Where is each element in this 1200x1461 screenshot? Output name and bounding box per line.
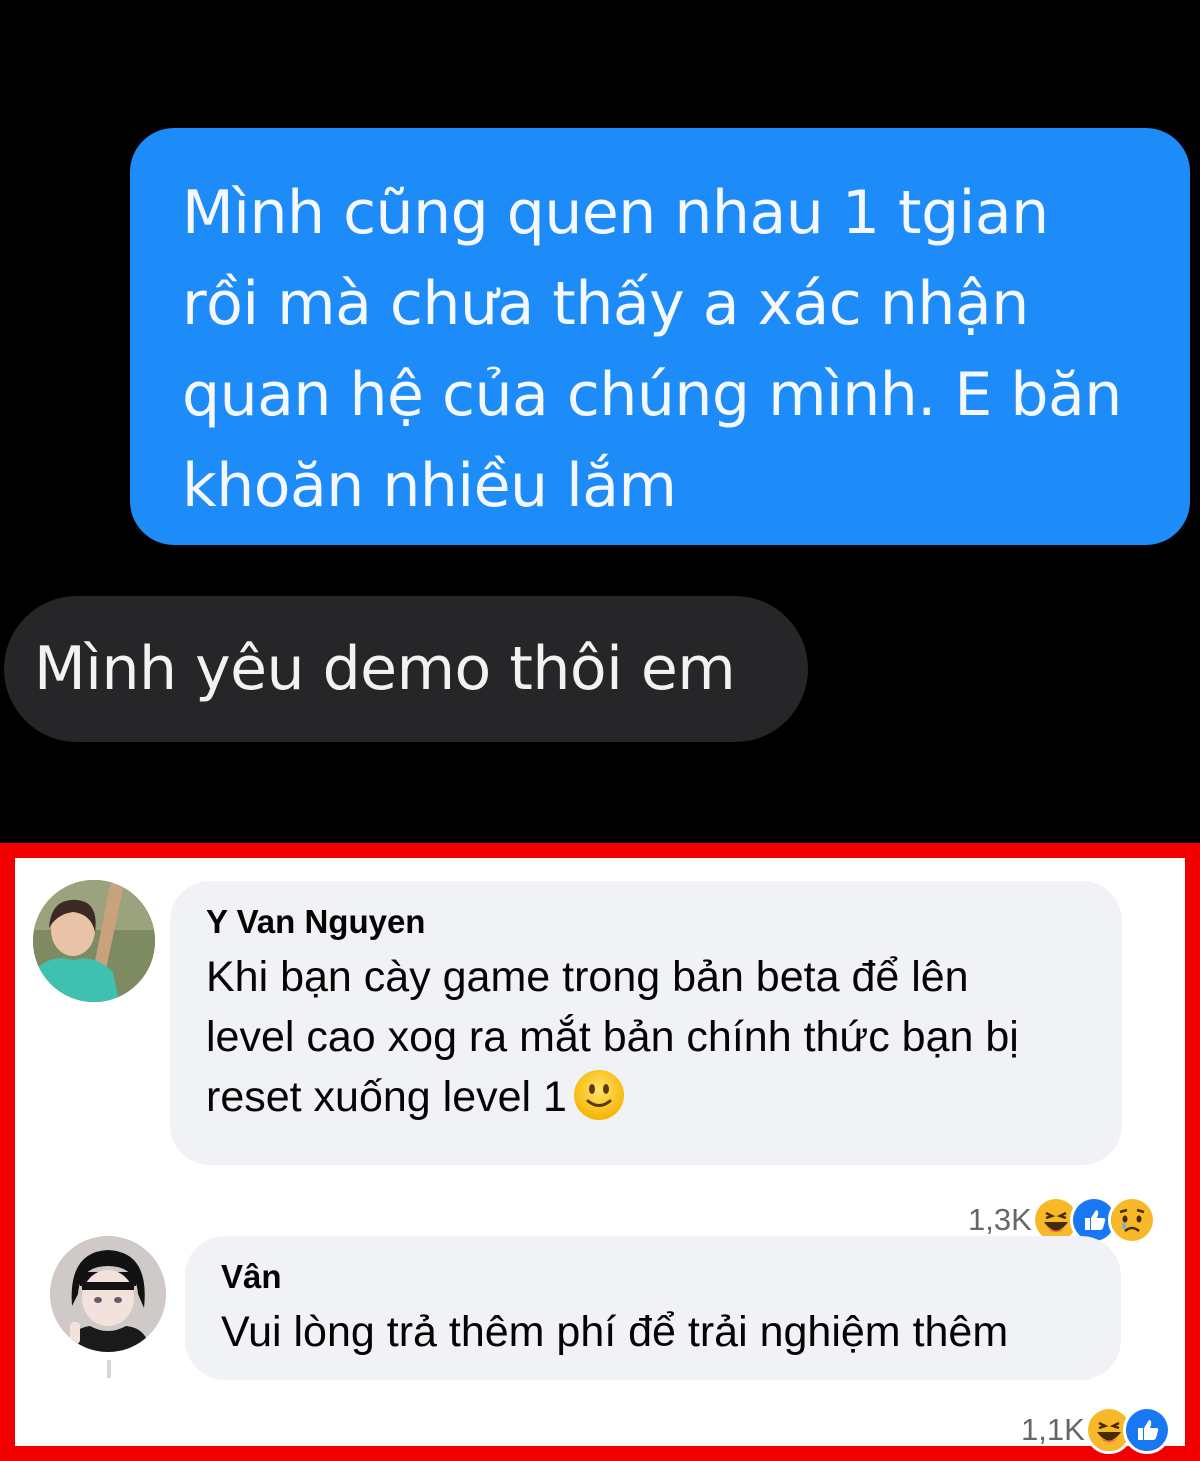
reaction-count: 1,3K	[968, 1202, 1032, 1237]
reaction-count: 1,1K	[1021, 1412, 1085, 1447]
comment-author[interactable]: Vân	[221, 1256, 1101, 1298]
sent-message-bubble[interactable]: Mình cũng quen nhau 1 tgian rồi mà chưa …	[130, 128, 1190, 545]
comment-text: Vui lòng trả thêm phí để trải nghiệm thê…	[221, 1308, 1009, 1356]
comments-panel: Y Van Nguyen Khi bạn cày game trong bản …	[0, 843, 1200, 1461]
received-message-bubble[interactable]: Mình yêu demo thôi em	[4, 596, 808, 742]
avatar-photo-icon	[33, 880, 155, 1002]
reaction-summary[interactable]: 1,1K	[1021, 1406, 1171, 1454]
comment-text: Khi bạn cày game trong bản beta để lên l…	[206, 947, 1102, 1127]
slightly-smiling-face-icon	[573, 1069, 625, 1121]
reply-thread-line	[107, 1360, 111, 1378]
chat-screenshot: Mình cũng quen nhau 1 tgian rồi mà chưa …	[0, 0, 1200, 843]
avatar-illustration-icon	[50, 1236, 166, 1352]
avatar-van[interactable]	[50, 1236, 166, 1352]
like-reaction-icon	[1122, 1406, 1171, 1454]
comment-bubble[interactable]: Y Van Nguyen Khi bạn cày game trong bản …	[170, 881, 1122, 1165]
avatar-y-van-nguyen[interactable]	[33, 880, 155, 1002]
comment-author[interactable]: Y Van Nguyen	[206, 901, 1102, 943]
comment-bubble[interactable]: Vân Vui lòng trả thêm phí để trải nghiệm…	[185, 1236, 1121, 1380]
sad-reaction-icon	[1107, 1196, 1156, 1244]
